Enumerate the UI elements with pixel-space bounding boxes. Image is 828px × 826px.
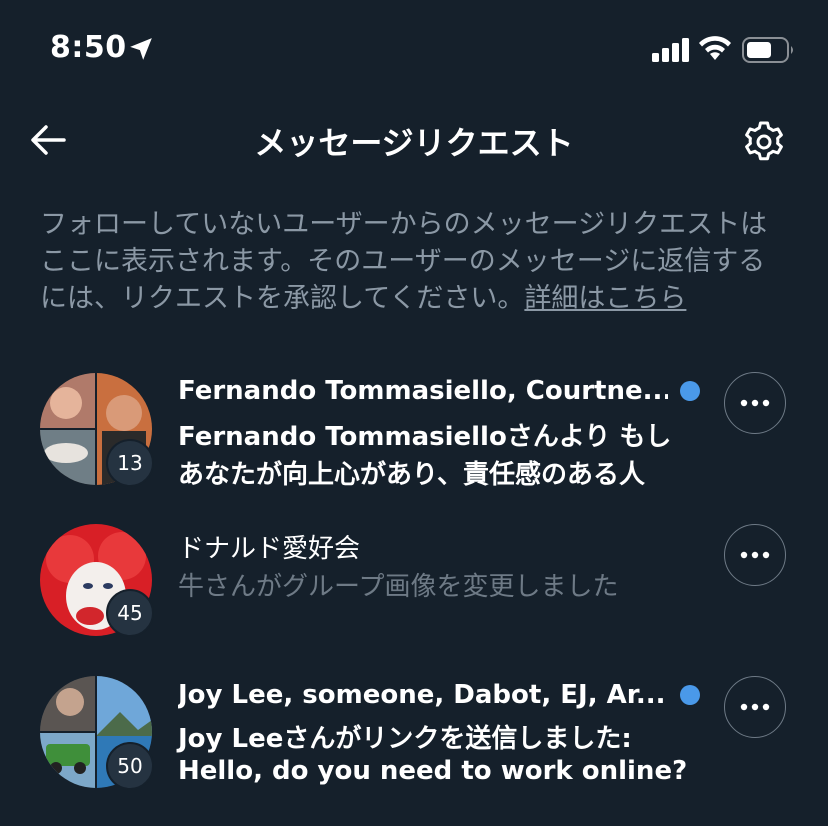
location-arrow-icon — [130, 38, 152, 60]
request-title: Fernando Tommasiello, Courtne... — [178, 376, 668, 406]
more-options-button[interactable] — [724, 372, 786, 434]
unread-indicator — [680, 381, 700, 401]
request-preview-line1: Fernando Tommasielloさんより もし — [178, 422, 672, 452]
wifi-icon — [699, 36, 731, 60]
more-options-button[interactable] — [724, 524, 786, 586]
request-description: フォローしていないユーザーからのメッセージリクエストはここに表示されます。そのユ… — [40, 206, 792, 317]
request-title: ドナルド愛好会 — [178, 534, 361, 564]
participant-count-badge: 45 — [106, 589, 154, 637]
status-bar: 8:50 — [0, 0, 828, 96]
request-preview-line2: あなたが向上心があり、責任感のある人 — [178, 460, 645, 490]
participant-count-badge: 50 — [106, 742, 154, 790]
gear-icon — [745, 121, 783, 161]
message-request-item[interactable]: 50 Joy Lee, someone, Dabot, EJ, Ar... Jo… — [0, 672, 828, 802]
request-preview-line2: Hello, do you need to work online? — [178, 756, 688, 786]
more-options-button[interactable] — [724, 676, 786, 738]
request-preview-line1: Joy Leeさんがリンクを送信しました: — [178, 724, 632, 754]
request-preview-line1: 牛さんがグループ画像を変更しました — [178, 572, 619, 602]
cellular-signal-icon — [652, 38, 689, 62]
more-horizontal-icon — [740, 551, 770, 559]
page-title: メッセージリクエスト — [254, 124, 574, 162]
more-horizontal-icon — [740, 399, 770, 407]
settings-button[interactable] — [740, 118, 788, 166]
message-request-item[interactable]: 13 Fernando Tommasiello, Courtne... Fern… — [0, 368, 828, 498]
status-time: 8:50 — [50, 30, 127, 65]
request-title: Joy Lee, someone, Dabot, EJ, Ar... — [178, 680, 666, 710]
participant-count-badge: 13 — [106, 439, 154, 487]
message-request-item[interactable]: 45 ドナルド愛好会 牛さんがグループ画像を変更しました — [0, 520, 828, 650]
unread-indicator — [680, 685, 700, 705]
battery-icon — [742, 37, 793, 63]
learn-more-link[interactable]: 詳細はこちら — [524, 283, 686, 314]
more-horizontal-icon — [740, 703, 770, 711]
